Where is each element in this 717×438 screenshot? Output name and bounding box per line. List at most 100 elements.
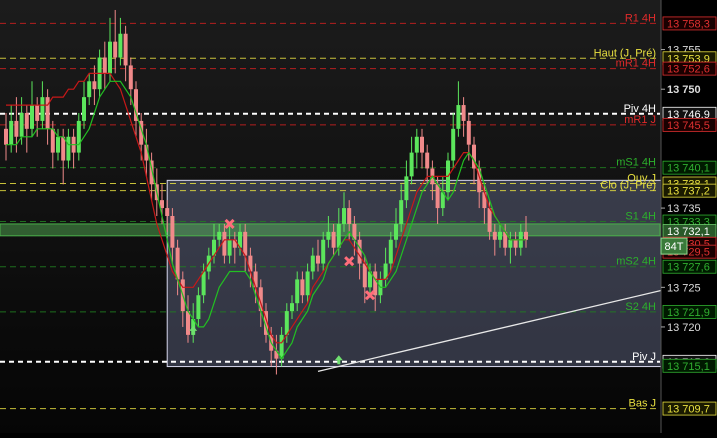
candle-body <box>414 136 419 153</box>
level-label: Clo (J, Pré) <box>600 180 656 192</box>
price-tick: 13 752,6 <box>662 61 717 76</box>
candle-body <box>310 255 315 272</box>
candle-body <box>508 239 513 248</box>
candle-body <box>492 231 497 240</box>
price-tick: 13 725 <box>661 282 701 294</box>
level-label: Piv J <box>632 351 656 363</box>
price-tick: 13 709,7 <box>662 401 717 416</box>
candle-body <box>394 223 398 240</box>
candle-body <box>435 184 440 209</box>
candle-body <box>487 208 492 232</box>
range-box-layer <box>166 179 717 368</box>
candle-body <box>40 97 45 121</box>
candle-body <box>108 41 112 74</box>
candle-body <box>388 239 393 264</box>
level-label: S2 4H <box>625 301 656 313</box>
candle-body <box>61 136 66 161</box>
candle-body <box>409 152 414 177</box>
price-tick: 13 721,9 <box>662 304 717 319</box>
candle-body <box>404 176 409 201</box>
price-tick: 13 735 <box>661 203 701 215</box>
candle-body <box>102 57 107 74</box>
price-tick-label: 13 720 <box>667 322 701 334</box>
price-tick: 13 758,3 <box>662 16 717 30</box>
price-tick-label: 13 745,5 <box>667 120 710 132</box>
candle-body <box>4 128 8 145</box>
level-label: S1 4H <box>625 211 656 223</box>
candle-body <box>362 263 367 288</box>
candle-body <box>456 105 461 129</box>
candle-body <box>284 311 289 335</box>
candle-body <box>420 136 424 153</box>
price-tick-label: 13 740,1 <box>667 163 710 175</box>
price-tick-label: 13 725 <box>667 282 701 294</box>
candle-body <box>165 208 170 216</box>
candle-body <box>82 97 86 121</box>
level-label: mR1 4H <box>616 58 656 70</box>
candle-body <box>50 128 55 153</box>
candle-body <box>170 216 175 248</box>
candle-body <box>56 136 60 153</box>
candle-body <box>76 120 81 153</box>
price-tick-label: 13 758,3 <box>667 18 710 30</box>
candle-body <box>9 120 14 145</box>
candle-body <box>300 279 305 296</box>
price-tick-label: 13 735 <box>667 203 701 215</box>
instrument-badge-label: 84T <box>665 241 684 253</box>
price-tick-label: 13 709,7 <box>667 404 710 416</box>
candle-body <box>321 239 326 264</box>
price-tick: 13 732,1 <box>662 224 717 238</box>
level-label: R1 4H <box>625 12 656 24</box>
price-tick: 13 727,6 <box>662 259 717 274</box>
price-tick-label: 13 737,2 <box>667 186 710 198</box>
price-tick: 13 720 <box>661 322 701 334</box>
candle-body <box>279 334 284 359</box>
candle-body <box>342 208 346 224</box>
range-box <box>166 179 717 368</box>
price-tick: 13 737,2 <box>662 183 717 198</box>
price-tick-label: 13 727,6 <box>667 262 710 274</box>
candle-body <box>326 231 331 240</box>
chart-svg[interactable]: R1 4HHaut (J, Pré)mR1 4HPiv 4HmR1 JmS1 4… <box>0 0 717 433</box>
candle-body <box>222 231 227 256</box>
price-tick-label: 13 721,9 <box>667 307 710 319</box>
price-tick: 13 715,1 <box>662 358 717 373</box>
candle-body <box>19 112 24 137</box>
price-tick: 13 740,1 <box>662 160 717 175</box>
candle-body <box>123 33 128 66</box>
price-tick: 13 750 <box>661 84 701 96</box>
candle-body <box>461 105 466 121</box>
candle-body <box>186 311 190 335</box>
candle-body <box>113 41 118 58</box>
candle-body <box>498 231 502 240</box>
price-tick-label: 13 752,6 <box>667 64 710 76</box>
candle-body <box>30 105 34 129</box>
price-chart[interactable]: R1 4H Haut (J, Pré) mR1 4H Piv 4H mR1 JmS1 4… <box>0 0 717 433</box>
candle-body <box>24 112 29 129</box>
candle-body <box>466 120 471 145</box>
candle-body <box>524 231 528 240</box>
candle-body <box>201 271 206 296</box>
candle-body <box>35 105 40 121</box>
candle-body <box>451 128 456 161</box>
candle-body <box>290 303 294 312</box>
candle-body <box>295 279 300 304</box>
candle-body <box>196 295 201 320</box>
candle-body <box>243 231 248 256</box>
candle-body <box>336 223 341 248</box>
candle-body <box>347 208 352 224</box>
candle-body <box>425 152 430 169</box>
candle-body <box>217 231 222 240</box>
level-label: Bas J <box>628 398 656 410</box>
candle-body <box>227 239 232 256</box>
price-tick-label: 13 732,1 <box>667 226 710 238</box>
price-tick: 13 745,5 <box>662 117 717 132</box>
price-tick-label: 13 715,1 <box>667 361 710 373</box>
candle-body <box>399 200 404 224</box>
candle-body <box>66 136 71 161</box>
candle-body <box>513 239 518 248</box>
candle-body <box>87 81 92 98</box>
candle-body <box>316 255 320 264</box>
candle-body <box>357 239 362 264</box>
candle-body <box>128 65 133 90</box>
